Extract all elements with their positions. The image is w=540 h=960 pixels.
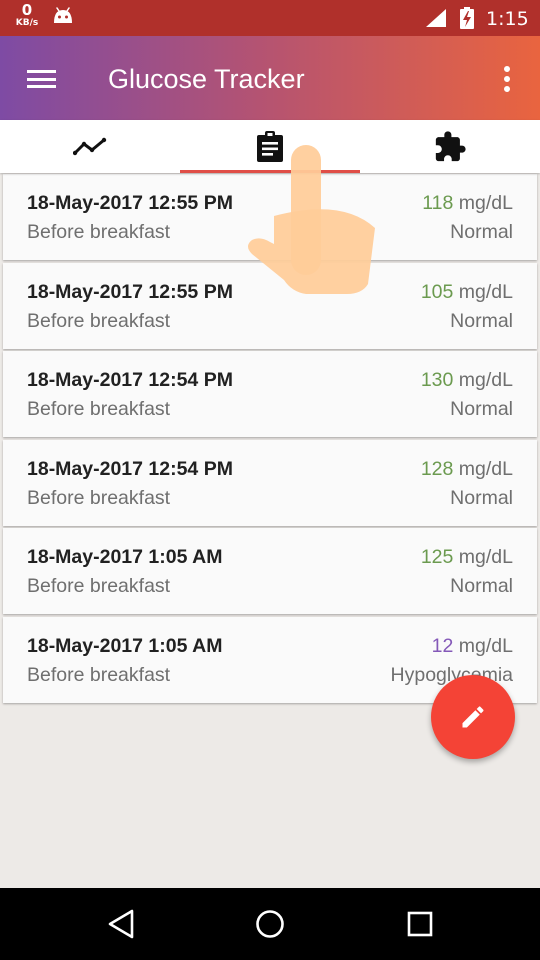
reading-value: 105	[420, 280, 454, 303]
network-speed-unit: KB/s	[15, 18, 39, 28]
reading-status: Normal	[450, 309, 513, 332]
reading-value-line: 130 mg/dL	[421, 369, 513, 392]
reading-status: Normal	[450, 398, 513, 420]
reading-date: 18-May-2017 12:55 PM	[27, 192, 233, 214]
status-time: 1:15	[486, 8, 529, 30]
reading-date: 18-May-2017 12:55 PM	[27, 280, 233, 303]
tab-extensions[interactable]	[360, 120, 540, 173]
reading-card[interactable]: 18-May-2017 12:54 PM Before breakfast 13…	[3, 351, 537, 437]
reading-status: Normal	[450, 575, 513, 597]
reading-meal: Before breakfast	[27, 663, 171, 686]
back-icon[interactable]	[106, 908, 136, 940]
add-reading-button[interactable]	[431, 675, 515, 759]
reading-value-line: 12 mg/dL	[432, 635, 513, 658]
reading-meal: Before breakfast	[27, 398, 171, 420]
reading-unit: mg/dL	[458, 280, 513, 303]
app-title: Glucose Tracker	[108, 64, 305, 94]
reading-meal: Before breakfast	[27, 486, 171, 509]
recents-icon[interactable]	[405, 908, 435, 940]
reading-date: 18-May-2017 12:54 PM	[27, 457, 233, 480]
reading-value-line: 118 mg/dL	[422, 192, 513, 215]
pointing-hand-icon	[248, 145, 375, 294]
reading-value-line: 105 mg/dL	[421, 281, 513, 304]
home-icon[interactable]	[254, 908, 286, 940]
reading-value-line: 128 mg/dL	[421, 458, 513, 481]
reading-unit: mg/dL	[458, 457, 513, 480]
reading-value-line: 125 mg/dL	[421, 546, 513, 569]
menu-icon[interactable]	[27, 70, 56, 88]
reading-unit: mg/dL	[458, 546, 513, 568]
android-icon	[54, 7, 72, 23]
reading-value: 12	[431, 634, 454, 657]
puzzle-icon	[435, 130, 466, 161]
reading-card[interactable]: 18-May-2017 1:05 AM Before breakfast 125…	[3, 528, 537, 614]
more-vert-icon[interactable]	[500, 66, 514, 92]
app-bar: Glucose Tracker	[0, 36, 540, 120]
reading-status: Normal	[450, 486, 513, 509]
reading-value: 130	[420, 369, 454, 391]
battery-charging-icon	[460, 7, 474, 29]
reading-value: 118	[422, 192, 454, 214]
tab-chart[interactable]	[0, 120, 180, 173]
reading-unit: mg/dL	[458, 192, 513, 214]
network-speed-value: 0	[21, 1, 33, 19]
reading-status: Normal	[450, 221, 513, 243]
reading-card[interactable]: 18-May-2017 12:54 PM Before breakfast 12…	[3, 439, 537, 526]
reading-date: 18-May-2017 12:54 PM	[27, 369, 233, 391]
reading-date: 18-May-2017 1:05 AM	[27, 546, 223, 568]
status-bar: 0 KB/s 1:15	[0, 0, 540, 36]
reading-unit: mg/dL	[458, 634, 513, 657]
navigation-bar	[0, 888, 540, 960]
reading-unit: mg/dL	[458, 369, 513, 391]
reading-date: 18-May-2017 1:05 AM	[27, 634, 223, 657]
trend-icon	[73, 137, 107, 155]
reading-meal: Before breakfast	[27, 309, 171, 332]
reading-meal: Before breakfast	[27, 575, 171, 597]
reading-meal: Before breakfast	[27, 221, 171, 243]
signal-icon	[426, 9, 446, 27]
network-speed: 0 KB/s	[12, 3, 42, 28]
pencil-icon	[462, 706, 484, 728]
reading-value: 125	[420, 546, 454, 568]
reading-value: 128	[420, 457, 454, 480]
